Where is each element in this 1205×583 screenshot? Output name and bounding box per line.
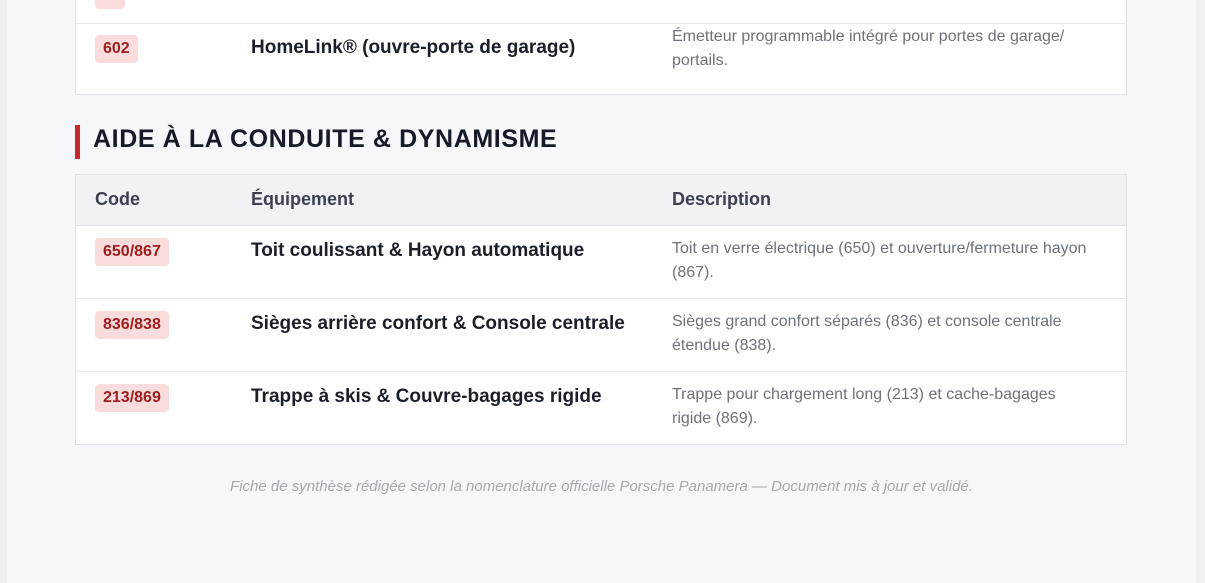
table-row: 213/869 Trappe à skis & Couvre-bagages r… bbox=[76, 372, 1126, 445]
previous-equipment-table: 602 HomeLink® (ouvre-porte de garage) Ém… bbox=[75, 0, 1127, 95]
table-header: Code Équipement Description bbox=[76, 175, 1126, 226]
code-badge: 650/867 bbox=[95, 238, 169, 266]
equipment-name: Toit coulissant & Hayon automatique bbox=[251, 240, 585, 261]
code-badge: 602 bbox=[95, 35, 138, 63]
section-title: AIDE À LA CONDUITE & DYNAMISME bbox=[93, 125, 558, 153]
footer-note: Fiche de synthèse rédigée selon la nomen… bbox=[230, 478, 973, 495]
equipment-description: Émetteur programmable intégré pour porte… bbox=[672, 28, 1065, 69]
equipment-description: Sièges grand confort séparés (836) et co… bbox=[672, 313, 1062, 354]
table-row bbox=[76, 0, 1126, 24]
table-row: 836/838 Sièges arrière confort & Console… bbox=[76, 299, 1126, 372]
document-page: 602 HomeLink® (ouvre-porte de garage) Ém… bbox=[7, 0, 1196, 583]
code-badge-partial bbox=[95, 0, 125, 9]
header-description: Description bbox=[672, 189, 772, 209]
table-row: 650/867 Toit coulissant & Hayon automati… bbox=[76, 226, 1126, 299]
code-badge: 836/838 bbox=[95, 311, 169, 339]
equipment-description: Toit en verre électrique (650) et ouvert… bbox=[672, 240, 1087, 281]
header-equipment: Équipement bbox=[251, 189, 355, 209]
code-badge: 213/869 bbox=[95, 384, 169, 412]
table-row: 602 HomeLink® (ouvre-porte de garage) Ém… bbox=[76, 24, 1126, 96]
equipment-name: HomeLink® (ouvre-porte de garage) bbox=[251, 37, 576, 58]
equipment-name: Sièges arrière confort & Console central… bbox=[251, 313, 625, 334]
equipment-description: Trappe pour chargement long (213) et cac… bbox=[672, 386, 1056, 427]
header-code: Code bbox=[95, 189, 140, 209]
driving-assistance-table: Code Équipement Description 650/867 Toit… bbox=[75, 174, 1127, 445]
equipment-name: Trappe à skis & Couvre-bagages rigide bbox=[251, 386, 602, 407]
section-accent-bar bbox=[75, 125, 80, 159]
